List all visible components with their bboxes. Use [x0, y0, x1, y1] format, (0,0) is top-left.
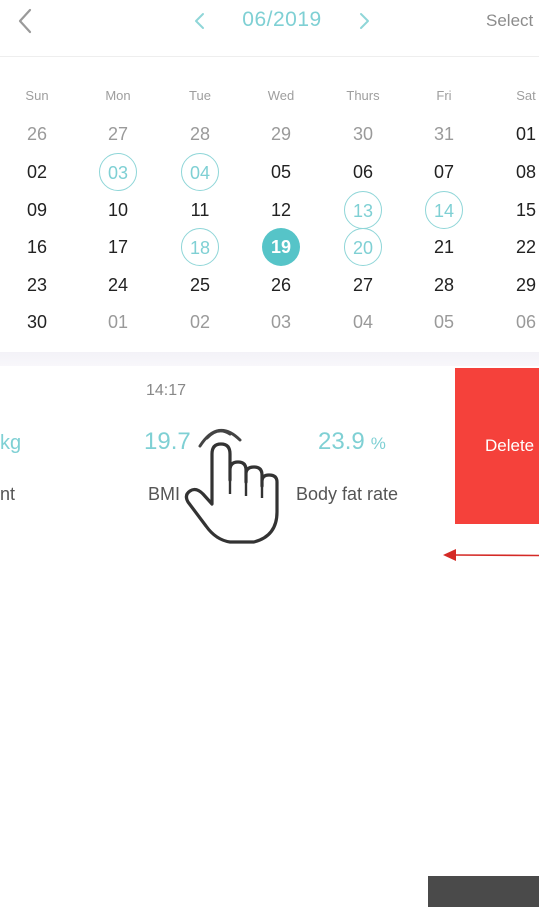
calendar-day[interactable]: 02 — [18, 153, 56, 191]
calendar-day[interactable]: 30 — [18, 303, 56, 341]
calendar-day[interactable]: 25 — [181, 266, 219, 304]
calendar-day-with-record[interactable]: 03 — [99, 153, 137, 191]
calendar-day[interactable]: 28 — [181, 115, 219, 153]
calendar-day[interactable]: 01 — [507, 115, 539, 153]
calendar-day[interactable]: 24 — [99, 266, 137, 304]
calendar-day[interactable]: 22 — [507, 228, 539, 266]
bmi-label: BMI — [148, 484, 181, 504]
bottom-toast-edge — [428, 876, 539, 907]
calendar-day-with-record[interactable]: 14 — [425, 191, 463, 229]
calendar-day[interactable]: 11 — [181, 191, 219, 229]
swipe-left-arrow-icon — [443, 549, 539, 561]
weekday-label: Sun — [25, 88, 49, 103]
body-fat-label: Body fat rate — [296, 484, 399, 504]
delete-button[interactable]: Delete — [455, 368, 539, 524]
calendar-day[interactable]: 06 — [507, 303, 539, 341]
calendar-day[interactable]: 03 — [262, 303, 300, 341]
weekday-label: Thurs — [346, 88, 380, 103]
calendar-day[interactable]: 29 — [262, 115, 300, 153]
hand-pointer-icon — [184, 429, 279, 544]
calendar-day[interactable]: 08 — [507, 153, 539, 191]
calendar-day-with-record[interactable]: 13 — [344, 191, 382, 229]
weekday-label: Fri — [436, 88, 452, 103]
divider — [0, 56, 539, 57]
weekday-label: Sat — [516, 88, 536, 103]
calendar-day[interactable]: 23 — [18, 266, 56, 304]
calendar-day[interactable]: 02 — [181, 303, 219, 341]
calendar-day[interactable]: 10 — [99, 191, 137, 229]
calendar-day-with-record[interactable]: 18 — [181, 228, 219, 266]
calendar-day[interactable]: 21 — [425, 228, 463, 266]
calendar-day[interactable]: 04 — [344, 303, 382, 341]
calendar-day[interactable]: 05 — [425, 303, 463, 341]
body-fat-value: 23.9% — [318, 428, 386, 456]
back-chevron-icon[interactable] — [12, 6, 38, 36]
calendar-day[interactable]: 30 — [344, 115, 382, 153]
weekday-label: Mon — [105, 88, 131, 103]
calendar-day[interactable]: 27 — [99, 115, 137, 153]
record-time: 14:17 — [146, 382, 187, 399]
calendar-day[interactable]: 01 — [99, 303, 137, 341]
weekday-label: Tue — [189, 88, 211, 103]
calendar-day[interactable]: 17 — [99, 228, 137, 266]
select-button[interactable]: Select — [486, 11, 533, 31]
body-fat-number: 23.9 — [318, 428, 365, 455]
month-title[interactable]: 06/2019 — [220, 8, 344, 32]
previous-month-chevron-icon[interactable] — [188, 7, 212, 35]
calendar-day-with-record[interactable]: 20 — [344, 228, 382, 266]
screen: 06/2019 Select Sun Mon Tue Wed Thurs Fri Sat 2… — [0, 0, 539, 907]
top-bar: 06/2019 Select — [0, 0, 539, 46]
calendar-day[interactable]: 15 — [507, 191, 539, 229]
calendar-day-with-record[interactable]: 04 — [181, 153, 219, 191]
calendar-day[interactable]: 29 — [507, 266, 539, 304]
calendar-day[interactable]: 26 — [18, 115, 56, 153]
body-fat-unit: % — [370, 434, 386, 453]
weekday-header: Sun Mon Tue Wed Thurs Fri Sat — [0, 88, 539, 108]
calendar-day-selected[interactable]: 19 — [262, 228, 300, 266]
calendar-day[interactable]: 09 — [18, 191, 56, 229]
calendar-day[interactable]: 27 — [344, 266, 382, 304]
calendar-day[interactable]: 26 — [262, 266, 300, 304]
calendar-day[interactable]: 31 — [425, 115, 463, 153]
calendar-day[interactable]: 06 — [344, 153, 382, 191]
calendar-day[interactable]: 12 — [262, 191, 300, 229]
next-month-chevron-icon[interactable] — [352, 7, 376, 35]
weekday-label: Wed — [267, 88, 295, 103]
calendar-day[interactable]: 16 — [18, 228, 56, 266]
calendar-day[interactable]: 07 — [425, 153, 463, 191]
calendar-bottom-divider — [0, 352, 539, 366]
calendar-day[interactable]: 05 — [262, 153, 300, 191]
calendar-day[interactable]: 28 — [425, 266, 463, 304]
delete-button-label: Delete — [485, 436, 535, 455]
weight-unit: kg — [0, 432, 22, 454]
weight-label: nt — [0, 484, 16, 504]
